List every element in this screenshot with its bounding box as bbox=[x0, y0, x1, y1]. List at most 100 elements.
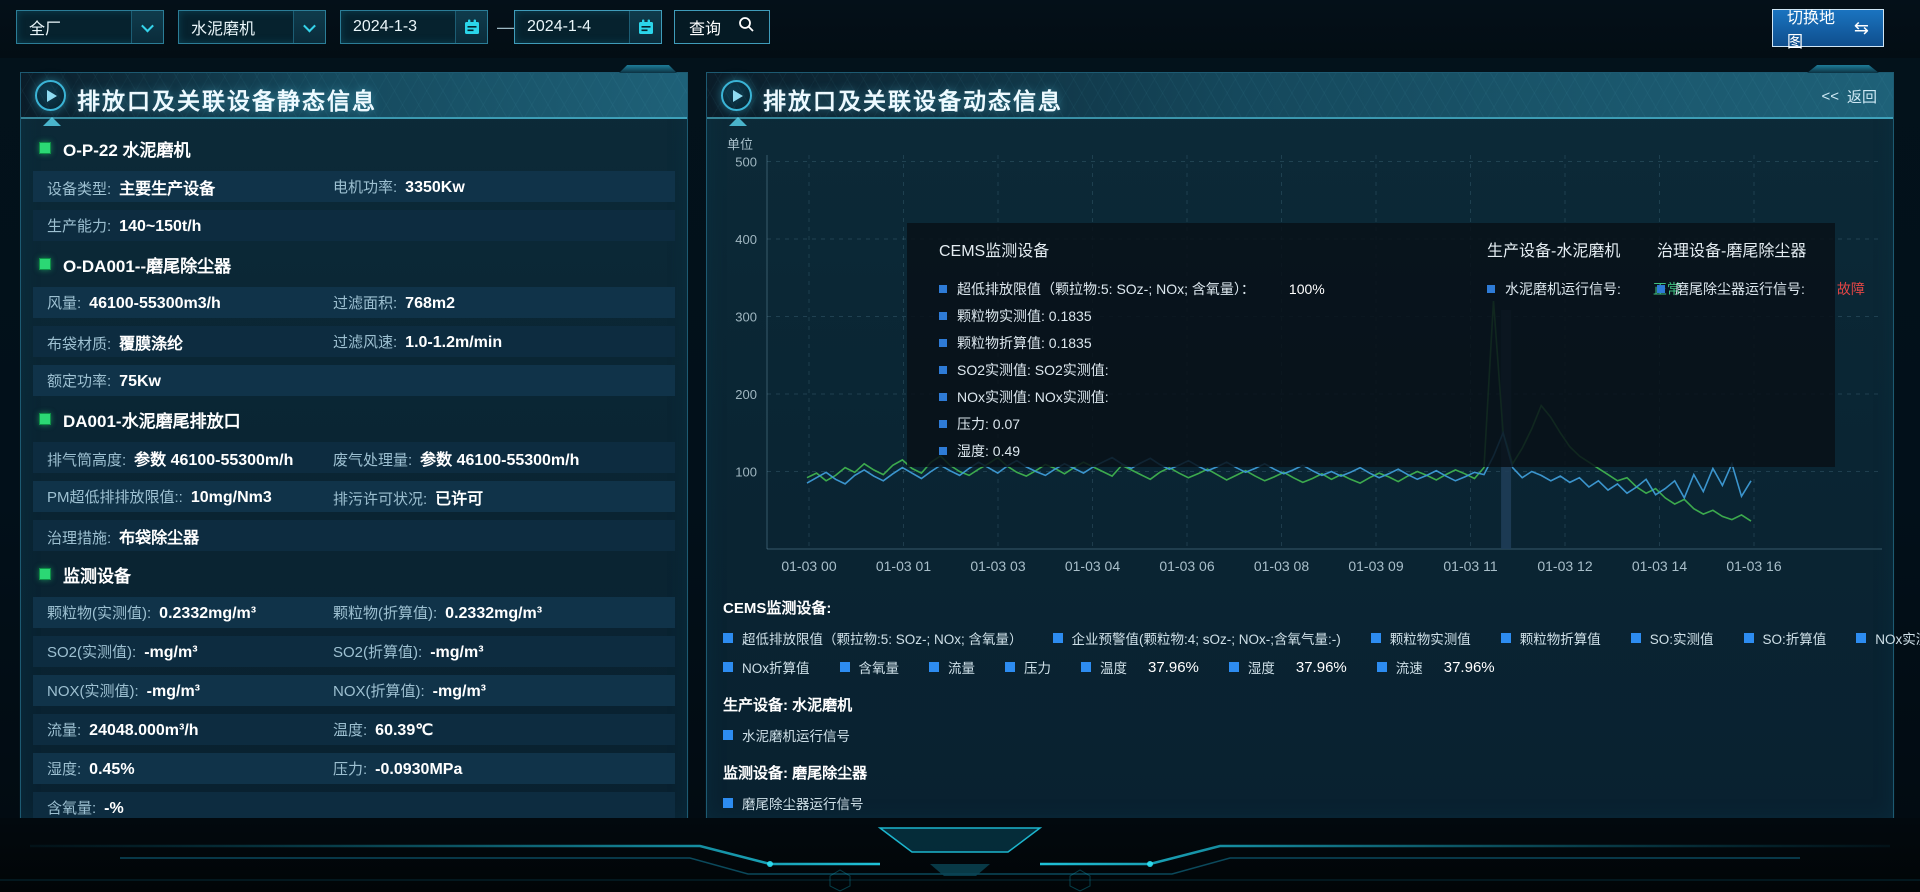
legend-item[interactable]: 压力 bbox=[1005, 657, 1051, 677]
info-row: SO2(实测值): -mg/m³ SO2(折算值):-mg/m³ bbox=[33, 636, 675, 667]
field-value: 140~150t/h bbox=[119, 218, 201, 236]
legend-item[interactable]: 含氧量 bbox=[840, 657, 900, 677]
legend-label: 温度 bbox=[1100, 657, 1127, 677]
tooltip-treatment-column: 治理设备-磨尾除尘器 磨尾除尘器运行信号: 故障 bbox=[1657, 237, 1865, 302]
field-value: -0.0930MPa bbox=[375, 761, 462, 779]
chevron-down-icon bbox=[293, 11, 325, 43]
x-axis-tick-label: 01-03 09 bbox=[1348, 558, 1403, 574]
legend-row: NOx折算值含氧量流量压力温度37.96%湿度37.96%流速37.96% bbox=[723, 657, 1879, 677]
legend-item[interactable]: 温度 37.96% bbox=[1081, 657, 1199, 677]
tooltip-item: 颗粒物实测值: 0.1835 bbox=[939, 302, 1325, 329]
field-label: PM超低排排放限值:: bbox=[47, 486, 183, 507]
field-label: SO2(折算值): bbox=[333, 641, 422, 662]
switch-map-label: 切换地图 bbox=[1787, 4, 1844, 52]
swap-arrows-icon: ⇆ bbox=[1854, 18, 1869, 39]
back-button[interactable]: << 返回 bbox=[1821, 86, 1877, 107]
legend-production-signal[interactable]: 水泥磨机运行信号 bbox=[723, 725, 1879, 745]
field-label: SO2(实测值): bbox=[47, 641, 136, 662]
legend-item[interactable]: 超低排放限值（颗拉物:5: SOz-; NOx; 含氧量） bbox=[723, 628, 1023, 648]
section-title: O-P-22 水泥磨机 bbox=[33, 133, 675, 163]
legend-item[interactable]: 湿度37.96% bbox=[1229, 657, 1347, 677]
blue-square-icon bbox=[723, 633, 733, 643]
line-chart[interactable]: 单位10020030040050001-03 0001-03 0101-03 0… bbox=[707, 119, 1895, 595]
info-cell: 排污许可状况:已许可 bbox=[333, 485, 483, 509]
blue-square-icon bbox=[840, 662, 850, 672]
info-row: 流量:24048.000m³/h温度:60.39℃ bbox=[33, 714, 675, 745]
legend-item[interactable]: NOx折算值 bbox=[723, 657, 810, 677]
legend-item[interactable]: SO:折算值 bbox=[1744, 628, 1827, 648]
field-value: 覆膜涤纶 bbox=[119, 330, 183, 354]
switch-map-button[interactable]: 切换地图 ⇆ bbox=[1772, 9, 1884, 47]
y-axis-tick-label: 300 bbox=[735, 310, 757, 325]
tooltip-item: 湿度: 0.49 bbox=[939, 437, 1325, 464]
x-axis-tick-label: 01-03 00 bbox=[781, 558, 836, 574]
plant-select[interactable]: 全厂 bbox=[16, 10, 164, 44]
legend-item[interactable]: SO:实测值 bbox=[1631, 628, 1714, 648]
field-value: 布袋除尘器 bbox=[119, 524, 199, 548]
blue-square-icon bbox=[929, 662, 939, 672]
blue-square-icon bbox=[939, 393, 947, 401]
green-square-icon bbox=[39, 258, 51, 270]
field-value: 75Kw bbox=[119, 373, 161, 391]
field-value: 0.2332mg/m³ bbox=[159, 605, 256, 623]
field-label: 风量: bbox=[47, 292, 81, 313]
legend-label: 湿度 bbox=[1248, 657, 1275, 677]
calendar-icon bbox=[629, 11, 661, 43]
field-label: 排气筒高度: bbox=[47, 449, 126, 470]
device-select[interactable]: 水泥磨机 bbox=[178, 10, 326, 44]
blue-square-icon bbox=[939, 312, 947, 320]
info-row: 生产能力:140~150t/h bbox=[33, 210, 675, 241]
tooltip-item-label: 颗粒物折算值: 0.1835 bbox=[957, 333, 1092, 353]
query-button[interactable]: 查询 bbox=[674, 10, 770, 44]
legend-item[interactable]: 流量 bbox=[929, 657, 975, 677]
field-label: 废气处理量: bbox=[333, 449, 412, 470]
field-value: -mg/m³ bbox=[144, 644, 197, 662]
tooltip-cems-column: CEMS监测设备 超低排放限值（颗拉物:5: SOz-; NOx; 含氧量）：1… bbox=[939, 237, 1325, 464]
blue-square-icon bbox=[939, 339, 947, 347]
legend-item[interactable]: 颗粒物折算值 bbox=[1501, 628, 1601, 648]
legend-label: NOx折算值 bbox=[742, 657, 810, 677]
legend-item[interactable]: NOx实测值 bbox=[1856, 628, 1920, 648]
legend-value: 37.96% bbox=[1148, 659, 1199, 676]
field-label: 电机功率: bbox=[333, 176, 397, 197]
calendar-icon bbox=[455, 11, 487, 43]
date-from-input[interactable]: 2024-1-3 bbox=[340, 10, 488, 44]
tooltip-item: SO2实测值: SO2实测值: bbox=[939, 356, 1325, 383]
x-axis-tick-label: 01-03 04 bbox=[1065, 558, 1120, 574]
status-badge: 故障 bbox=[1837, 279, 1865, 299]
tooltip-production-title: 生产设备-水泥磨机 bbox=[1487, 237, 1681, 261]
info-row: NOX(实测值):-mg/m³NOX(折算值):-mg/m³ bbox=[33, 675, 675, 706]
info-cell: 过滤面积:768m2 bbox=[333, 292, 455, 313]
info-cell: 压力:-0.0930MPa bbox=[333, 758, 462, 779]
info-row: 布袋材质:覆膜涤纶过滤风速:1.0-1.2m/min bbox=[33, 326, 675, 357]
legend-item[interactable]: 颗粒物实测值 bbox=[1371, 628, 1471, 648]
field-value: 1.0-1.2m/min bbox=[405, 334, 502, 352]
section-title-label: 监测设备 bbox=[63, 562, 131, 587]
header-chevron-decor bbox=[43, 117, 61, 126]
blue-square-icon bbox=[1631, 633, 1641, 643]
section-title-label: O-P-22 水泥磨机 bbox=[63, 136, 191, 161]
dynamic-info-panel: 排放口及关联设备动态信息 << 返回 单位10020030040050001-0… bbox=[706, 72, 1894, 820]
legend-item[interactable]: 企业预警值(颗粒物:4; sOz-; NOx-;含氧气量:-) bbox=[1053, 628, 1341, 648]
legend-value: 37.96% bbox=[1444, 659, 1495, 676]
legend-monitor-signal[interactable]: 磨尾除尘器运行信号 bbox=[723, 793, 1879, 813]
tooltip-item-label: 湿度: 0.49 bbox=[957, 441, 1020, 461]
search-icon bbox=[738, 16, 755, 38]
field-value: 参数 46100-55300m/h bbox=[134, 446, 293, 470]
tooltip-item: 压力: 0.07 bbox=[939, 410, 1325, 437]
field-value: 参数 46100-55300m/h bbox=[420, 446, 579, 470]
blue-square-icon bbox=[1229, 662, 1239, 672]
field-value: 46100-55300m3/h bbox=[89, 295, 221, 313]
play-circle-icon bbox=[35, 80, 66, 111]
info-cell: 流量:24048.000m³/h bbox=[47, 719, 333, 740]
date-to-input[interactable]: 2024-1-4 bbox=[514, 10, 662, 44]
date-range-separator: — bbox=[497, 10, 515, 44]
legend-item[interactable]: 流速37.96% bbox=[1377, 657, 1495, 677]
info-cell: NOX(折算值):-mg/m³ bbox=[333, 680, 486, 701]
tooltip-cems-title: CEMS监测设备 bbox=[939, 237, 1325, 261]
field-value: 60.39℃ bbox=[375, 720, 433, 740]
y-axis-tick-label: 100 bbox=[735, 465, 757, 480]
bottom-decoration bbox=[0, 818, 1920, 892]
info-cell: SO2(折算值):-mg/m³ bbox=[333, 641, 484, 662]
field-value: 0.2332mg/m³ bbox=[445, 605, 542, 623]
